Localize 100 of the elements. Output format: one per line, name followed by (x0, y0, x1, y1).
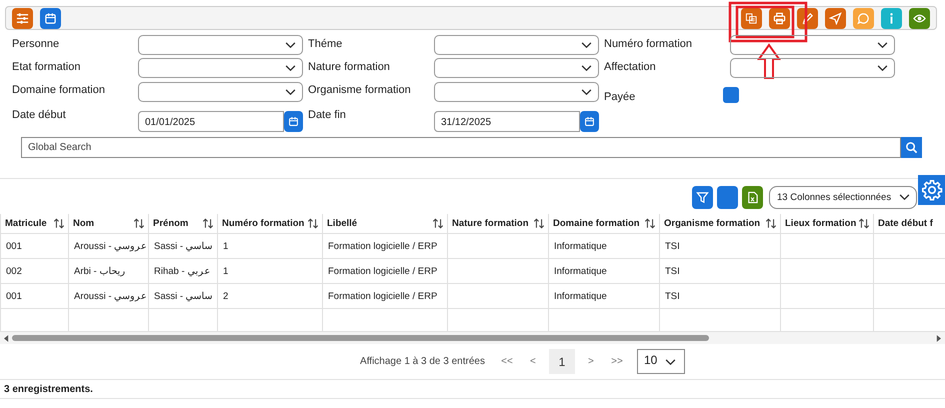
column-title: Lieux formation (785, 218, 856, 229)
sort-icon[interactable] (202, 218, 214, 229)
table-cell: Formation logicielle / ERP (328, 290, 438, 302)
sort-icon[interactable] (765, 218, 777, 229)
calendar-icon (584, 116, 595, 127)
sort-icon[interactable] (53, 218, 65, 229)
send-icon (829, 12, 842, 24)
chevron-down-icon (285, 89, 296, 96)
previous-page-button[interactable]: < (522, 349, 543, 374)
dropdown-field[interactable] (138, 58, 303, 78)
dropdown-field[interactable] (730, 35, 895, 55)
chevron-down-icon (581, 89, 592, 96)
column-header[interactable]: Libellé (322, 214, 448, 234)
column-title: Nom (73, 218, 94, 229)
table-cell: Arbi - ريحاب (74, 266, 126, 277)
sort-icon[interactable] (307, 218, 319, 229)
sort-icon[interactable] (432, 218, 444, 229)
column-header[interactable]: Organisme formation (660, 214, 780, 234)
column-header[interactable]: Prénom (148, 214, 218, 234)
table-cell: Aroussi - عروسي (74, 291, 148, 302)
dropdown-field[interactable] (138, 35, 303, 55)
search-icon (905, 141, 918, 154)
filter-label: Personne (12, 37, 60, 50)
calendar-button[interactable] (580, 111, 599, 132)
settings-button[interactable] (918, 175, 945, 205)
column-title: Nature formation (452, 218, 529, 229)
chevron-down-icon (877, 65, 888, 72)
sliders-button[interactable] (12, 8, 33, 28)
column-header[interactable]: Domaine formation (548, 214, 660, 234)
column-title: Domaine formation (553, 218, 640, 229)
table-cell: Sassi - ساسي (154, 291, 213, 302)
sort-icon[interactable] (133, 218, 145, 229)
table-cell: 001 (6, 290, 22, 302)
filter-label: Organisme formation (308, 83, 412, 96)
columns-dropdown[interactable]: 13 Colonnes sélectionnées (769, 186, 917, 209)
eye-icon (913, 12, 926, 24)
eye-button[interactable] (909, 8, 930, 28)
excel-export-button[interactable] (742, 186, 763, 209)
column-header[interactable]: Nature formation (448, 214, 548, 234)
date-field[interactable]: 01/01/2025 (138, 111, 284, 132)
first-page-button[interactable]: << (496, 349, 517, 374)
search-field[interactable]: Global Search (21, 137, 901, 158)
column-title: Prénom (153, 218, 188, 229)
page-button[interactable]: 1 (548, 349, 575, 374)
sort-icon[interactable] (533, 218, 545, 229)
send-button[interactable] (825, 8, 846, 28)
table-cell: Sassi - ساسي (154, 241, 213, 252)
documents-button[interactable] (741, 8, 762, 28)
scroll-left-icon[interactable] (4, 334, 9, 342)
chevron-down-icon (877, 42, 888, 49)
last-page-button[interactable]: >> (606, 349, 627, 374)
scroll-right-icon[interactable] (936, 334, 941, 342)
record-count: 3 enregistrements. (4, 384, 93, 395)
dropdown-field[interactable] (434, 58, 599, 78)
column-title: Libellé (327, 218, 358, 229)
next-page-button[interactable]: > (580, 349, 601, 374)
filter-label: Numéro formation (604, 37, 694, 50)
date-field[interactable]: 31/12/2025 (434, 111, 580, 132)
table-cell: Rihab - عربي (154, 266, 210, 277)
search-button[interactable] (901, 137, 922, 158)
column-title: Organisme formation (664, 218, 760, 229)
blank-button[interactable] (717, 186, 738, 209)
table-cell: 1 (223, 240, 228, 252)
chevron-down-icon (285, 65, 296, 72)
table-cell: Formation logicielle / ERP (328, 240, 438, 252)
dropdown-field[interactable] (138, 82, 303, 102)
chevron-down-icon (581, 65, 592, 72)
calendar-icon (288, 116, 299, 127)
table-cell: TSI (665, 290, 680, 302)
print-icon (773, 12, 786, 24)
pagination-info: Affichage 1 à 3 de 3 entrées (360, 356, 485, 367)
sort-icon[interactable] (858, 218, 870, 229)
filter-icon (696, 191, 709, 204)
sort-icon[interactable] (644, 218, 656, 229)
dropdown-field[interactable] (434, 82, 599, 102)
table-cell: Informatique (554, 266, 607, 276)
table-cell: Informatique (554, 290, 607, 302)
checkbox[interactable] (723, 87, 739, 103)
column-header[interactable]: Nom (68, 214, 148, 234)
sliders-icon (16, 12, 29, 24)
filter-label: Affectation (604, 60, 657, 73)
calendar-button[interactable] (40, 8, 61, 28)
column-header[interactable]: Numéro formation (218, 214, 322, 234)
chevron-down-icon (285, 42, 296, 49)
filter-label: Date fin (308, 108, 347, 121)
dropdown-field[interactable] (434, 35, 599, 55)
comment-icon (857, 12, 870, 24)
table-cell: TSI (665, 266, 680, 276)
page-size-dropdown[interactable]: 10 (636, 349, 685, 374)
print-button[interactable] (769, 8, 790, 28)
column-header[interactable]: Lieux formation (780, 214, 874, 234)
table-cell: 002 (6, 266, 22, 276)
filter-button[interactable] (692, 186, 713, 209)
calendar-button[interactable] (284, 111, 303, 132)
column-header[interactable]: Matricule (0, 214, 68, 234)
table-cell: 001 (6, 240, 22, 252)
info-button[interactable] (881, 8, 902, 28)
dropdown-field[interactable] (730, 58, 895, 78)
spreadsheet-file-icon (746, 191, 759, 204)
horizontal-scrollbar[interactable] (0, 332, 945, 344)
